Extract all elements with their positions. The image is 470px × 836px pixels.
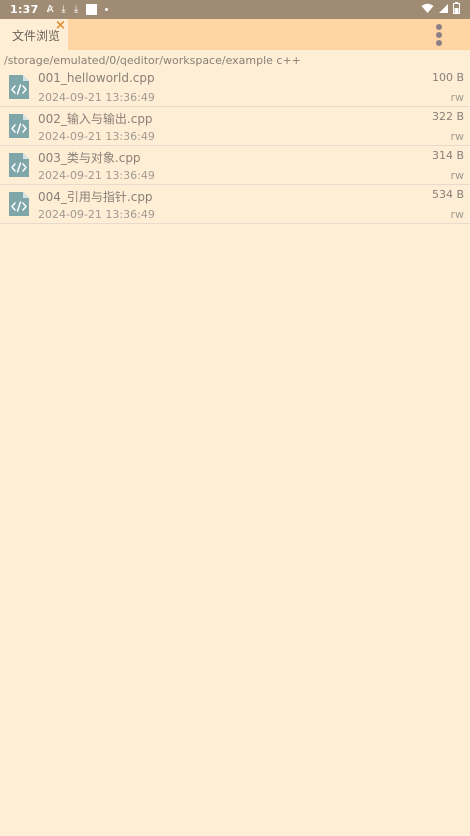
file-name: 001_helloworld.cpp [38, 71, 155, 85]
square-icon [86, 4, 98, 15]
list-item[interactable]: 001_helloworld.cpp 100 B 2024-09-21 13:3… [0, 68, 470, 107]
status-bar: 1:37 A̷ ⤓ ⤓ [0, 0, 470, 19]
file-permission: rw [450, 208, 464, 221]
code-file-icon [9, 75, 29, 99]
code-file-icon [9, 192, 29, 216]
list-item[interactable]: 003_类与对象.cpp 314 B 2024-09-21 13:36:49 r… [0, 146, 470, 185]
overflow-menu-icon[interactable] [433, 23, 445, 47]
close-icon[interactable]: × [55, 18, 66, 33]
file-size: 100 B [431, 71, 464, 84]
signal-icon [439, 3, 448, 13]
file-date: 2024-09-21 13:36:49 [38, 130, 155, 143]
current-path: /storage/emulated/0/qeditor/workspace/ex… [4, 54, 301, 67]
list-item[interactable]: 002_输入与输出.cpp 322 B 2024-09-21 13:36:49 … [0, 107, 470, 146]
dot-icon [105, 8, 109, 11]
file-list: 001_helloworld.cpp 100 B 2024-09-21 13:3… [0, 68, 470, 224]
download-icon: ⤓ [61, 3, 66, 15]
tab-label: 文件浏览 [12, 29, 61, 43]
file-name: 002_输入与输出.cpp [38, 112, 153, 126]
file-name: 003_类与对象.cpp [38, 151, 141, 165]
file-permission: rw [450, 130, 464, 143]
status-time: 1:37 [10, 3, 39, 16]
file-date: 2024-09-21 13:36:49 [38, 169, 155, 182]
download-icon: ⤓ [73, 3, 79, 15]
file-permission: rw [450, 169, 464, 182]
status-system-icons [421, 2, 460, 14]
file-size: 534 B [431, 188, 464, 201]
file-name: 004_引用与指针.cpp [38, 190, 153, 204]
wifi-icon [421, 3, 434, 13]
status-notification-icons: A̷ ⤓ ⤓ [47, 4, 109, 15]
file-size: 314 B [431, 149, 464, 162]
battery-icon [453, 2, 460, 14]
code-file-icon [9, 153, 29, 177]
tab-file-browser[interactable]: 文件浏览 × [0, 18, 68, 50]
code-file-icon [9, 114, 29, 138]
file-date: 2024-09-21 13:36:49 [38, 91, 155, 104]
list-item[interactable]: 004_引用与指针.cpp 534 B 2024-09-21 13:36:49 … [0, 185, 470, 224]
file-date: 2024-09-21 13:36:49 [38, 208, 155, 221]
tab-bar: 文件浏览 × [0, 18, 470, 50]
font-a-icon: A̷ [46, 3, 54, 15]
file-size: 322 B [431, 110, 464, 123]
file-permission: rw [450, 91, 464, 104]
